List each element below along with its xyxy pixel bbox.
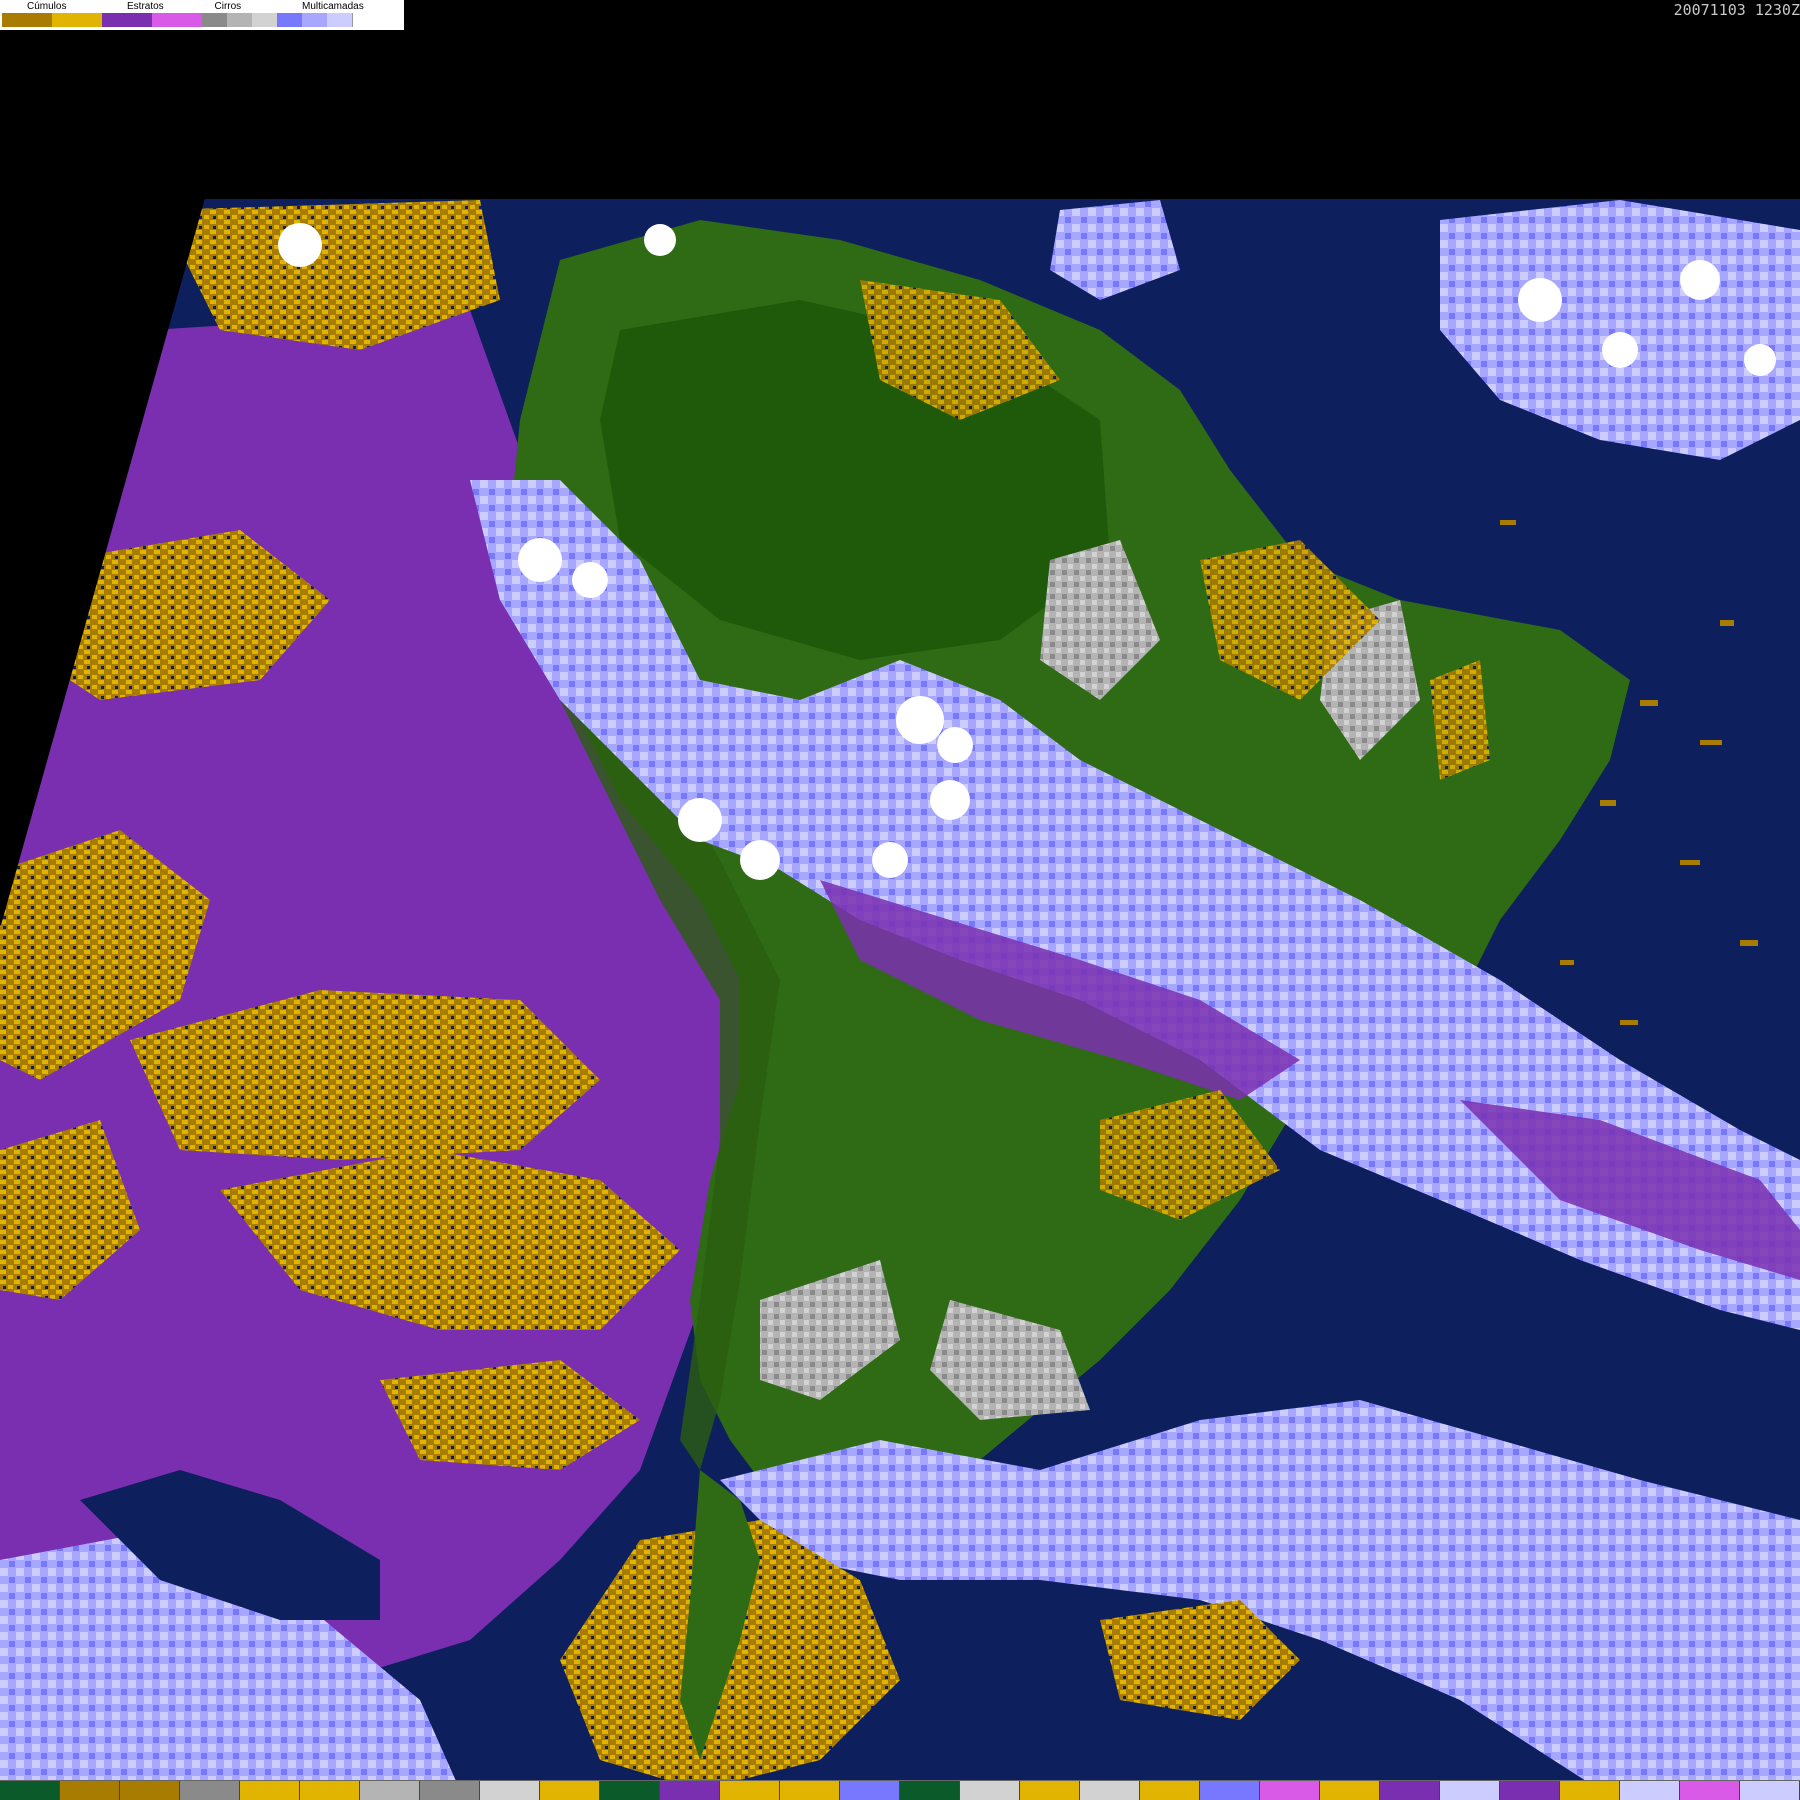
legend-swatch [252, 13, 277, 27]
bottom-bar-cell [1620, 1781, 1680, 1800]
bottom-bar-cell [240, 1781, 300, 1800]
legend-swatch [2, 13, 52, 27]
legend-label: Cúmulos [27, 1, 67, 12]
legend-label: Cirros [214, 1, 242, 12]
legend-swatch [227, 13, 252, 27]
bottom-bar-cell [0, 1781, 60, 1800]
legend-swatch [152, 13, 202, 27]
bottom-bar-cell [600, 1781, 660, 1800]
bottom-bar-cell [540, 1781, 600, 1800]
bottom-bar-cell [1500, 1781, 1560, 1800]
legend-swatch [202, 13, 227, 27]
bottom-bar-cell [1740, 1781, 1800, 1800]
legend-swatch [327, 13, 352, 27]
bottom-bar-cell [900, 1781, 960, 1800]
bottom-bar-cell [1680, 1781, 1740, 1800]
legend-label: Multicamadas [302, 1, 364, 12]
bottom-bar-cell [720, 1781, 780, 1800]
bottom-bar-cell [1380, 1781, 1440, 1800]
legend-swatch [277, 13, 302, 27]
legend-swatch [102, 13, 152, 27]
bottom-bar-cell [120, 1781, 180, 1800]
bottom-bar-cell [1440, 1781, 1500, 1800]
bottom-bar-cell [780, 1781, 840, 1800]
bottom-bar-cell [660, 1781, 720, 1800]
legend-label: Estratos [127, 1, 164, 12]
bottom-bar-cell [420, 1781, 480, 1800]
bottom-bar-cell [1140, 1781, 1200, 1800]
bottom-bar-cell [1080, 1781, 1140, 1800]
bottom-bar-cell [840, 1781, 900, 1800]
bottom-bar-cell [300, 1781, 360, 1800]
bottom-bar-cell [1560, 1781, 1620, 1800]
bottom-bar-cell [1020, 1781, 1080, 1800]
legend-swatch [52, 13, 102, 27]
timestamp: 20071103 1230Z [1673, 1, 1800, 19]
bottom-bar-cell [1260, 1781, 1320, 1800]
bottom-bar-cell [1320, 1781, 1380, 1800]
bottom-bar-cell [1200, 1781, 1260, 1800]
legend-swatch [352, 13, 378, 27]
bottom-bar-cell [960, 1781, 1020, 1800]
bottom-bar-cell [60, 1781, 120, 1800]
bottom-color-bar [0, 1780, 1800, 1800]
cloud-type-legend: Cúmulos Estratos Cirros Multicamadas [0, 0, 404, 30]
legend-swatch [302, 13, 327, 27]
satellite-cloud-map [0, 0, 1800, 1800]
bottom-bar-cell [180, 1781, 240, 1800]
bottom-bar-cell [360, 1781, 420, 1800]
bottom-bar-cell [480, 1781, 540, 1800]
